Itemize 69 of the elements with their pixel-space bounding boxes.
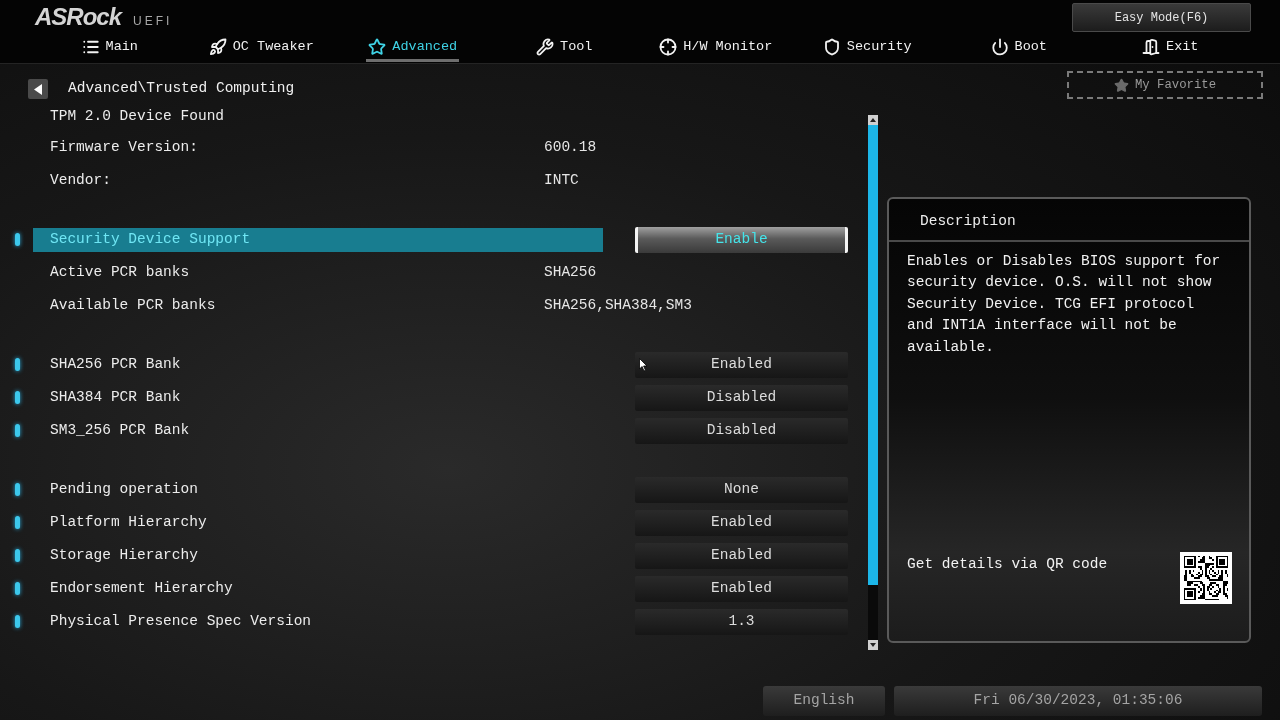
tab[interactable]: Main [79, 35, 140, 62]
rocket-icon [208, 38, 227, 56]
door-icon [1142, 38, 1161, 56]
datetime-display: Fri 06/30/2023, 01:35:06 [894, 686, 1262, 716]
tab[interactable]: Advanced [366, 35, 460, 62]
setting-value: 600.18 [544, 137, 597, 157]
setting-value: SHA256 [544, 262, 597, 282]
item-marker-icon [15, 549, 20, 562]
power-icon [990, 38, 1009, 56]
value-button[interactable]: Disabled [635, 384, 848, 411]
item-marker-icon [15, 483, 20, 496]
setting-label: SHA384 PCR Bank [50, 387, 181, 407]
description-text: Enables or Disables BIOS support for security device. O.S. will not show Security Device. TCG EFI protocol and INT1A interface will not be available. [907, 252, 1222, 357]
language-button[interactable]: English [763, 686, 885, 716]
triangle-left-icon [34, 83, 42, 95]
crosshair-icon [659, 38, 678, 56]
item-marker-icon [15, 582, 20, 595]
value-button[interactable]: Enabled [635, 509, 848, 536]
back-button[interactable] [28, 79, 48, 99]
value-button[interactable]: Enabled [635, 542, 848, 569]
tab[interactable]: Security [820, 35, 914, 62]
item-marker-icon [15, 615, 20, 628]
setting-label: Storage Hierarchy [50, 545, 198, 565]
favorite-button[interactable]: My Favorite [1067, 71, 1263, 99]
item-marker-icon [15, 516, 20, 529]
tab[interactable]: Boot [988, 35, 1049, 62]
tab[interactable]: OC Tweaker [206, 35, 316, 62]
item-marker-icon [15, 391, 20, 404]
description-title: Description [920, 211, 1016, 231]
value-button[interactable]: None [635, 476, 848, 503]
setting-label: Vendor: [50, 170, 111, 190]
scroll-down-arrow-icon[interactable] [868, 640, 878, 650]
wrench-icon [536, 38, 555, 56]
list-icon [81, 38, 100, 56]
setting-label: Physical Presence Spec Version [50, 611, 312, 631]
setting-label: Active PCR banks [50, 262, 190, 282]
setting-label: SHA256 PCR Bank [50, 354, 181, 374]
value-button[interactable]: Enabled [635, 575, 848, 602]
breadcrumb: Advanced\Trusted Computing [68, 79, 295, 99]
logo: ASRock [35, 5, 122, 29]
setting-label: TPM 2.0 Device Found [50, 107, 225, 127]
star-icon [1113, 77, 1129, 93]
setting-label: Firmware Version: [50, 137, 198, 157]
setting-label: SM3_256 PCR Bank [50, 420, 190, 440]
item-marker-icon [15, 424, 20, 437]
value-button[interactable]: Enabled [635, 351, 848, 378]
mouse-pointer-icon [639, 358, 648, 372]
value-button[interactable]: Disabled [635, 417, 848, 444]
logo-suffix: UEFI [133, 14, 173, 29]
shield-icon [822, 38, 841, 56]
item-marker-icon [15, 233, 20, 246]
tab[interactable]: Tool [534, 35, 595, 62]
qr-caption: Get details via QR code [907, 555, 1108, 574]
easy-mode-button[interactable]: Easy Mode(F6) [1072, 3, 1251, 32]
scroll-up-arrow-icon[interactable] [868, 115, 878, 125]
value-button[interactable]: Enable [635, 226, 848, 253]
setting-value: SHA256,SHA384,SM3 [544, 295, 692, 315]
setting-label: Available PCR banks [50, 295, 216, 315]
tab[interactable]: H/W Monitor [657, 35, 775, 62]
setting-label: Platform Hierarchy [50, 512, 207, 532]
star-icon [368, 38, 387, 56]
value-button[interactable]: 1.3 [635, 608, 848, 635]
qr-code [1180, 552, 1232, 604]
tab[interactable]: Exit [1140, 35, 1201, 62]
item-marker-icon [15, 358, 20, 371]
setting-label: Pending operation [50, 479, 198, 499]
setting-value: INTC [544, 170, 579, 190]
setting-label: Endorsement Hierarchy [50, 578, 233, 598]
setting-label: Security Device Support [50, 229, 251, 249]
